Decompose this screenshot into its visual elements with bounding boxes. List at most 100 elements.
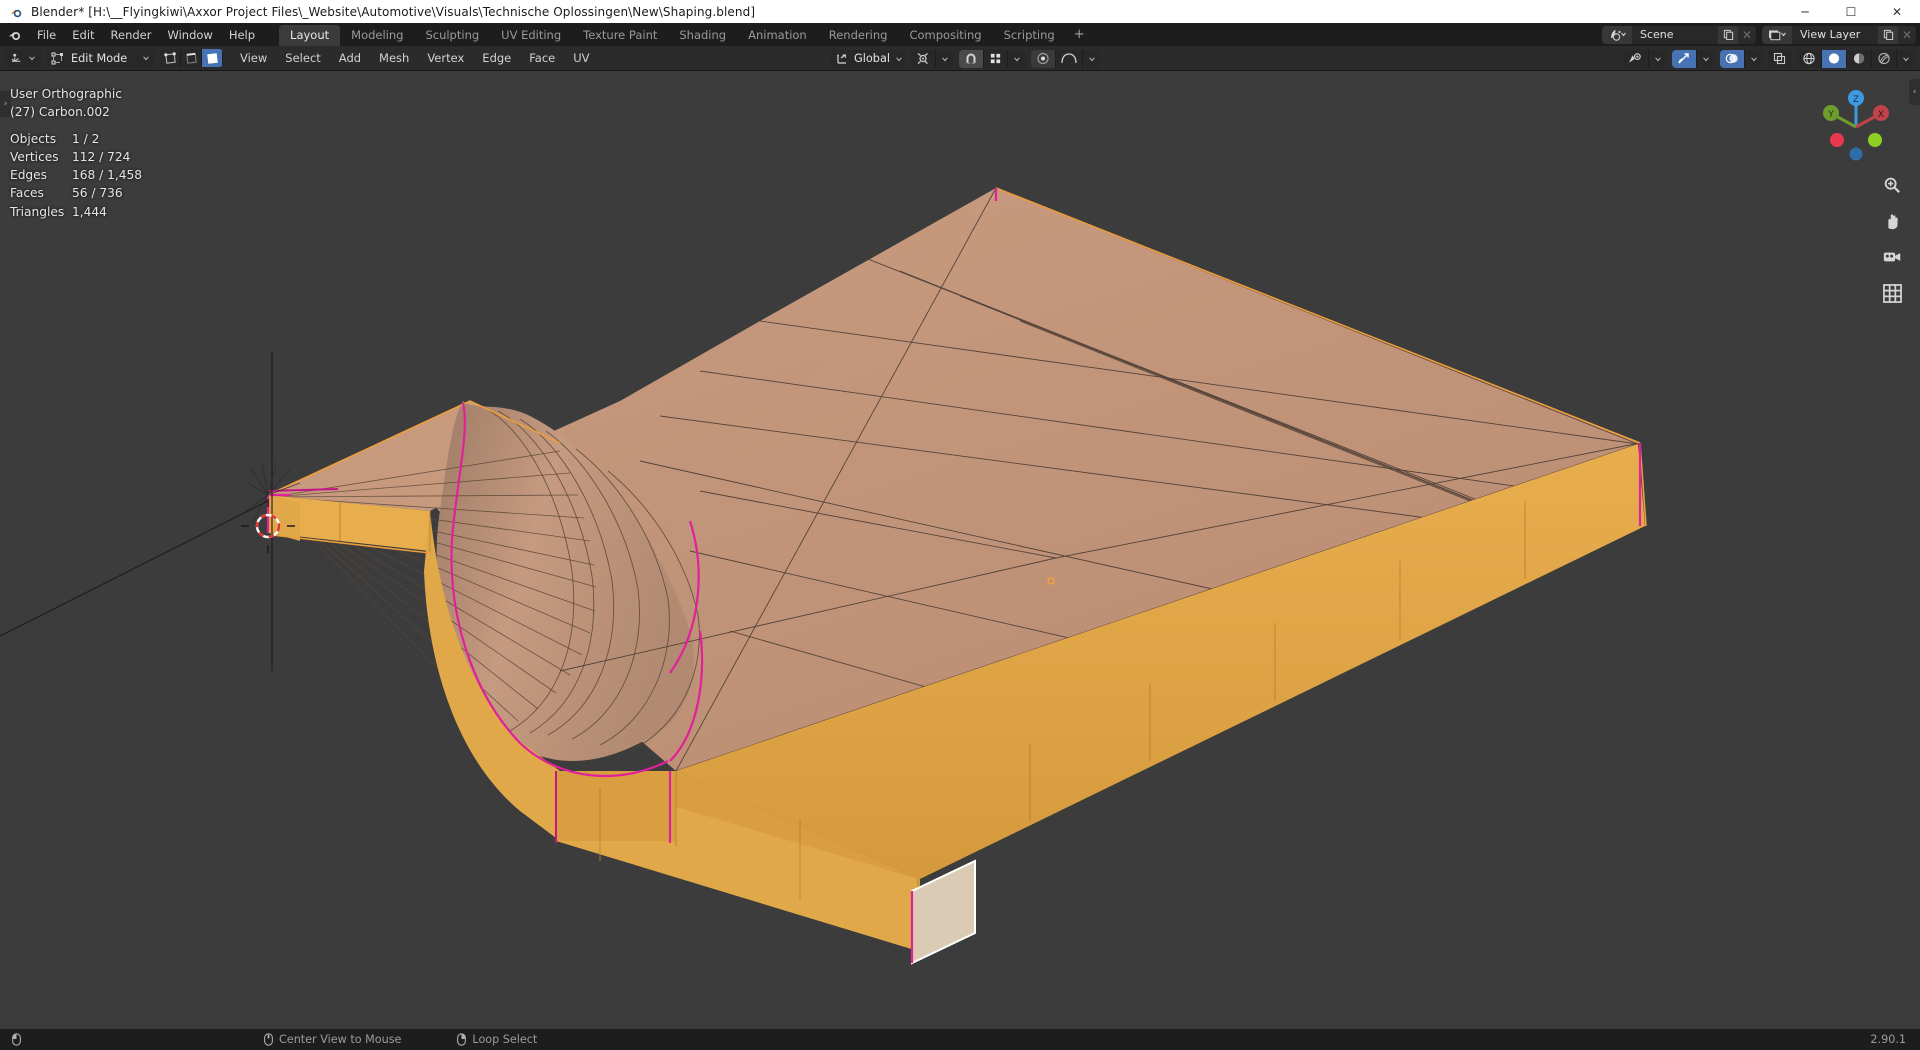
snap-dropdown[interactable]	[1008, 50, 1026, 68]
menu-view[interactable]: View	[231, 48, 276, 68]
view-name: User Orthographic	[10, 87, 122, 101]
blender-version: 2.90.1	[1870, 1033, 1906, 1046]
material-preview-button[interactable]	[1847, 49, 1872, 68]
overlays-icon	[1725, 53, 1738, 64]
stat-vertices-value: 112 / 724	[72, 149, 131, 164]
remove-view-layer-button[interactable]: ✕	[1898, 25, 1916, 44]
overlays-dropdown[interactable]	[1745, 50, 1763, 68]
camera-icon	[1883, 252, 1900, 262]
transform-orientation-selector[interactable]: Global	[830, 49, 907, 68]
tab-compositing[interactable]: Compositing	[898, 25, 992, 46]
gizmo-y-label: Y	[1827, 110, 1834, 120]
status-bar: Center View to Mouse Loop Select 2.90.1	[0, 1029, 1920, 1050]
snap-to-selector[interactable]	[984, 49, 1009, 68]
scene-selector[interactable]: Scene ✕	[1602, 25, 1756, 44]
toggle-orthographic-button[interactable]	[1878, 279, 1906, 307]
status-label-right: Loop Select	[472, 1033, 538, 1046]
falloff-dropdown[interactable]	[1083, 50, 1101, 68]
menu-help[interactable]: Help	[221, 25, 263, 45]
stat-objects: Objects 1 / 2	[10, 130, 142, 148]
proportional-editing-group	[1031, 49, 1102, 68]
navigation-gizmo[interactable]: Z Y X	[1814, 85, 1898, 169]
menu-render[interactable]: Render	[103, 25, 160, 45]
view-layer-name[interactable]: View Layer	[1792, 25, 1878, 44]
menu-edit[interactable]: Edit	[64, 25, 102, 45]
edge-select-button[interactable]	[181, 49, 202, 67]
tab-layout[interactable]: Layout	[279, 25, 341, 46]
tab-sculpting[interactable]: Sculpting	[414, 25, 490, 46]
visibility-selector[interactable]	[1623, 49, 1667, 68]
shading-dropdown[interactable]	[1897, 50, 1915, 68]
tab-modeling[interactable]: Modeling	[340, 25, 414, 46]
sidebar-panel-toggle[interactable]: ‹	[1909, 79, 1920, 105]
chevron-down-icon	[1089, 56, 1095, 61]
menu-file[interactable]: File	[29, 25, 64, 45]
stat-objects-value: 1 / 2	[72, 131, 100, 146]
gizmo-group	[1672, 49, 1715, 68]
pivot-dropdown[interactable]	[936, 50, 954, 68]
new-view-layer-button[interactable]	[1878, 25, 1898, 44]
add-workspace-button[interactable]: +	[1066, 25, 1093, 46]
pivot-point-selector[interactable]	[911, 49, 955, 68]
gizmo-z-label: Z	[1853, 95, 1859, 105]
editor-type-selector[interactable]	[5, 49, 41, 67]
gizmo-axis-neg-x[interactable]	[1830, 133, 1844, 147]
object-visibility-button[interactable]	[1623, 49, 1649, 68]
unlink-scene-button[interactable]: ✕	[1738, 25, 1756, 44]
scene-name[interactable]: Scene	[1632, 25, 1718, 44]
toolbar-toggle[interactable]: ›	[0, 91, 11, 117]
show-overlays-button[interactable]	[1720, 49, 1745, 68]
menu-uv[interactable]: UV	[564, 48, 598, 68]
solid-shading-button[interactable]	[1822, 49, 1847, 68]
menu-vertex[interactable]: Vertex	[418, 48, 473, 68]
new-scene-button[interactable]	[1718, 25, 1738, 44]
camera-view-button[interactable]	[1878, 243, 1906, 271]
workspace-tabs: Layout Modeling Sculpting UV Editing Tex…	[279, 23, 1093, 46]
tab-rendering[interactable]: Rendering	[818, 25, 899, 46]
gizmo-dropdown[interactable]	[1697, 50, 1715, 68]
close-button[interactable]: ✕	[1874, 0, 1920, 23]
pivot-median-icon	[917, 53, 928, 64]
pivot-point-button[interactable]	[911, 49, 937, 68]
solid-shading-icon	[1828, 53, 1840, 64]
menu-face[interactable]: Face	[520, 48, 564, 68]
menu-add[interactable]: Add	[330, 48, 370, 68]
gizmo-axis-neg-z[interactable]	[1849, 147, 1863, 161]
proportional-edit-icon	[1037, 52, 1049, 65]
chevron-down-icon	[1903, 56, 1909, 61]
wireframe-shading-button[interactable]	[1797, 49, 1822, 68]
menu-mesh[interactable]: Mesh	[370, 48, 418, 68]
face-select-button[interactable]	[202, 49, 223, 67]
minimize-button[interactable]: ─	[1782, 0, 1828, 23]
3d-viewport[interactable]: User Orthographic (27) Carbon.002 Object…	[0, 71, 1920, 1029]
tab-texture-paint[interactable]: Texture Paint	[572, 25, 668, 46]
zoom-view-button[interactable]	[1878, 171, 1906, 199]
toggle-xray-button[interactable]	[1768, 50, 1792, 68]
maximize-button[interactable]: ☐	[1828, 0, 1874, 23]
show-gizmo-button[interactable]	[1672, 49, 1697, 68]
tongue-end-face	[268, 495, 300, 541]
mode-label: Edit Mode	[71, 51, 128, 65]
view-layer-selector[interactable]: View Layer ✕	[1762, 25, 1916, 44]
blender-menu-logo-icon[interactable]	[6, 26, 23, 43]
pan-view-button[interactable]	[1878, 207, 1906, 235]
rendered-shading-button[interactable]	[1872, 49, 1897, 68]
menu-window[interactable]: Window	[159, 25, 220, 45]
stat-faces-value: 56 / 736	[72, 186, 123, 201]
proportional-edit-toggle[interactable]	[1031, 49, 1057, 68]
visibility-dropdown[interactable]	[1649, 50, 1667, 68]
vertex-select-button[interactable]	[160, 49, 181, 67]
menu-edge[interactable]: Edge	[473, 48, 520, 68]
menu-select[interactable]: Select	[276, 48, 329, 68]
tab-scripting[interactable]: Scripting	[993, 25, 1066, 46]
tab-uv-editing[interactable]: UV Editing	[490, 25, 572, 46]
stat-faces-label: Faces	[10, 186, 44, 201]
topbar-right-group: Scene ✕ View Layer ✕	[1602, 23, 1916, 46]
stat-triangles-label: Triangles	[10, 204, 65, 219]
proportional-falloff-selector[interactable]	[1056, 49, 1084, 68]
gizmo-axis-neg-y[interactable]	[1868, 133, 1882, 147]
tab-animation[interactable]: Animation	[737, 25, 818, 46]
snap-toggle-button[interactable]	[959, 49, 985, 68]
interaction-mode-selector[interactable]: Edit Mode	[46, 49, 154, 67]
tab-shading[interactable]: Shading	[668, 25, 737, 46]
